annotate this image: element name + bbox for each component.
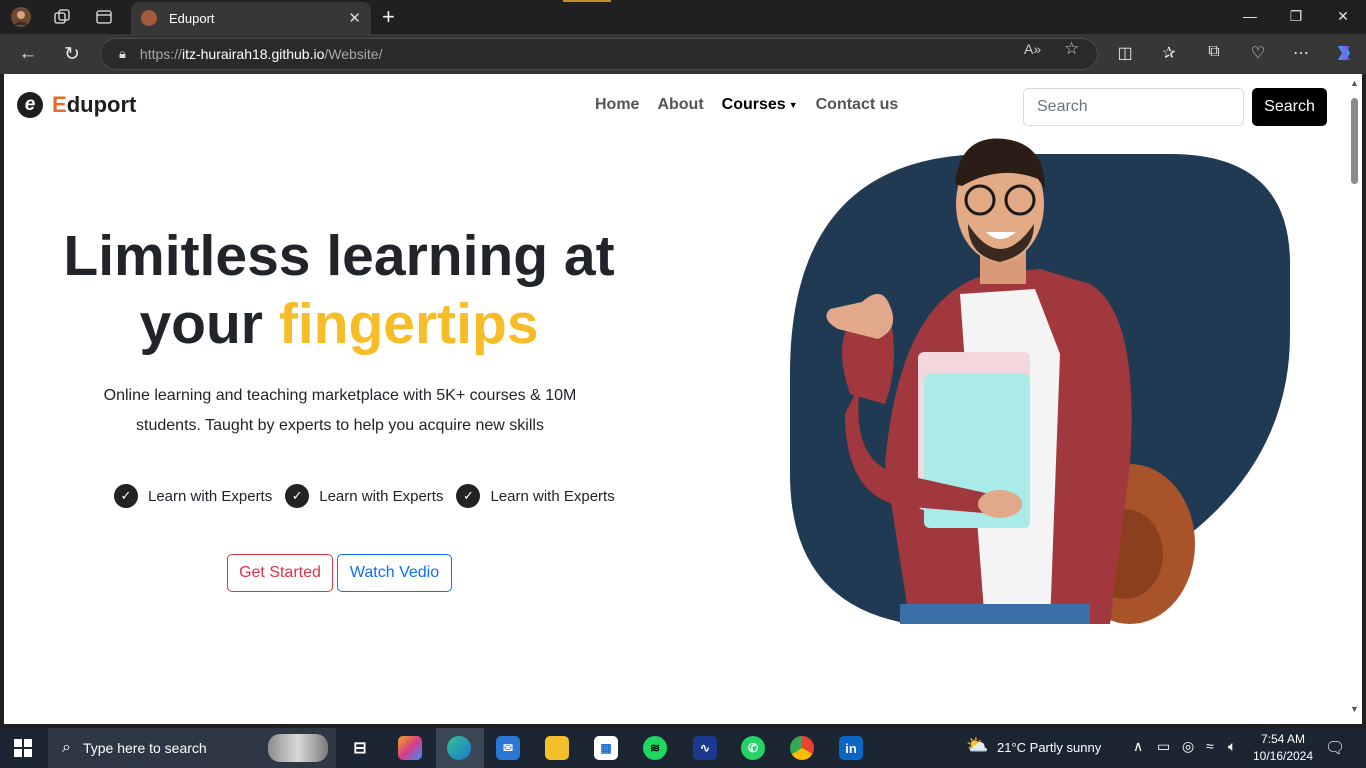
caret-down-icon: ▼: [788, 99, 798, 110]
watch-video-button[interactable]: Watch Vedio: [337, 554, 452, 592]
site-logo[interactable]: e Eduport: [17, 92, 136, 118]
system-clock[interactable]: 7:54 AM 10/16/2024: [1248, 731, 1318, 765]
tab-favicon-icon: [141, 10, 157, 26]
meet-now-icon[interactable]: ◎: [1182, 738, 1194, 755]
task-view-icon[interactable]: ⊟: [348, 736, 372, 760]
headline-line-1: Limitless learning at: [63, 224, 615, 288]
page-scrollbar[interactable]: ▲ ▼: [1348, 74, 1362, 724]
favorites-icon[interactable]: ✰: [1158, 43, 1180, 63]
new-tab-icon[interactable]: +: [382, 6, 395, 28]
scroll-down-icon[interactable]: ▼: [1350, 704, 1359, 714]
copilot-taskbar-icon[interactable]: [398, 736, 422, 760]
favorite-star-icon[interactable]: ☆: [1064, 39, 1079, 59]
windows-taskbar: ⌕ Type here to search ⊟ ✉ ▦ ≋ ∿ ✆ in ⛅ 2…: [0, 728, 1366, 768]
linkedin-icon[interactable]: in: [839, 736, 863, 760]
close-tab-icon[interactable]: ✕: [348, 9, 361, 27]
battery-icon[interactable]: ▭: [1157, 738, 1170, 755]
edge-icon[interactable]: [447, 736, 471, 760]
file-explorer-icon[interactable]: [545, 736, 569, 760]
site-search-input[interactable]: [1023, 88, 1244, 126]
taskbar-search-box[interactable]: ⌕ Type here to search: [48, 728, 336, 768]
whatsapp-icon[interactable]: ✆: [741, 736, 765, 760]
feature-label: Learn with Experts: [490, 487, 615, 505]
app-launcher-icon[interactable]: ∿: [693, 736, 717, 760]
page-viewport: e Eduport Home About Courses ▼ Contact us…: [4, 74, 1348, 724]
feature-item: ✓ Learn with Experts: [285, 484, 443, 508]
scrollbar-thumb[interactable]: [1351, 98, 1358, 184]
volume-icon[interactable]: 🔈︎: [1228, 738, 1236, 755]
get-started-button[interactable]: Get Started: [227, 554, 333, 592]
show-hidden-icons-icon[interactable]: ∧: [1133, 738, 1143, 755]
minimize-icon[interactable]: —: [1240, 8, 1260, 24]
hero-student-image: [790, 138, 1290, 624]
microsoft-store-icon[interactable]: ▦: [594, 736, 618, 760]
search-highlight-image: [268, 734, 328, 762]
scroll-up-icon[interactable]: ▲: [1350, 78, 1359, 88]
feature-item: ✓ Learn with Experts: [114, 484, 272, 508]
weather-icon[interactable]: ⛅: [966, 735, 988, 756]
tab-eduport[interactable]: Eduport ✕: [131, 2, 371, 34]
hero-subtext: Online learning and teaching marketplace…: [103, 387, 577, 434]
close-window-icon[interactable]: ✕: [1333, 8, 1353, 25]
collections-icon[interactable]: ⧉: [1203, 43, 1225, 61]
read-aloud-icon[interactable]: A»: [1024, 41, 1041, 57]
restore-icon[interactable]: ❐: [1286, 8, 1306, 25]
feature-label: Learn with Experts: [319, 487, 444, 505]
refresh-icon[interactable]: ↻: [60, 43, 84, 66]
logo-initial: E: [52, 92, 67, 117]
feature-label: Learn with Experts: [148, 487, 273, 505]
logo-text: duport: [66, 92, 137, 117]
site-navbar: e Eduport Home About Courses ▼ Contact us…: [4, 74, 1348, 138]
more-menu-icon[interactable]: ⋯: [1290, 43, 1312, 63]
taskbar-search-placeholder: Type here to search: [82, 740, 207, 756]
check-circle-icon: ✓: [456, 484, 481, 508]
feature-item: ✓ Learn with Experts: [456, 484, 615, 508]
site-search-button[interactable]: Search: [1252, 88, 1327, 126]
hero-headline: Limitless learning at your fingertips: [34, 222, 644, 358]
url-protocol: https://: [139, 46, 182, 62]
split-screen-icon[interactable]: ◫: [1114, 43, 1136, 63]
nav-courses-label: Courses: [721, 96, 786, 113]
search-icon: ⌕: [62, 739, 71, 756]
feature-list: ✓ Learn with Experts ✓ Learn with Experts …: [114, 484, 615, 508]
tab-accent-line: [563, 0, 611, 2]
browser-tab-strip: Eduport ✕ + — ❐ ✕: [0, 0, 1366, 34]
nav-about[interactable]: About: [657, 96, 703, 114]
mail-icon[interactable]: ✉: [496, 736, 520, 760]
nav-menu: Home About Courses ▼ Contact us: [595, 96, 898, 114]
headline-prefix: your: [139, 292, 263, 356]
workspaces-icon[interactable]: [51, 6, 73, 28]
notifications-icon[interactable]: 🗨︎: [1325, 738, 1345, 758]
check-circle-icon: ✓: [285, 484, 310, 508]
weather-text[interactable]: 21°C Partly sunny: [997, 740, 1101, 755]
windows-start-icon[interactable]: [14, 739, 32, 757]
chrome-icon[interactable]: [790, 736, 814, 760]
copilot-icon[interactable]: [1333, 43, 1355, 68]
headline-highlight: fingertips: [278, 292, 539, 356]
url-path: /Website/: [324, 46, 383, 62]
address-bar[interactable]: 🔒︎ https://itz-hurairah18.github.io/Webs…: [100, 38, 1098, 70]
check-circle-icon: ✓: [114, 484, 138, 508]
tab-title: Eduport: [169, 10, 215, 26]
vertical-tabs-icon[interactable]: [93, 6, 115, 28]
headline-line-2: your fingertips: [34, 290, 644, 358]
nav-contact[interactable]: Contact us: [816, 96, 899, 114]
back-icon[interactable]: ←: [16, 43, 40, 65]
spotify-icon[interactable]: ≋: [643, 736, 667, 760]
clock-date: 10/16/2024: [1252, 749, 1314, 763]
wifi-icon[interactable]: ≈: [1206, 738, 1214, 754]
clock-time: 7:54 AM: [1260, 732, 1306, 746]
nav-courses-dropdown[interactable]: Courses ▼: [722, 96, 798, 114]
url-host: itz-hurairah18.github.io: [181, 46, 325, 62]
profile-avatar-icon[interactable]: [10, 6, 32, 28]
logo-mark-icon: e: [17, 92, 43, 118]
browser-essentials-icon[interactable]: ♡: [1247, 43, 1269, 63]
nav-home[interactable]: Home: [595, 96, 639, 114]
lock-icon[interactable]: 🔒︎: [119, 46, 126, 62]
browser-toolbar: ← ↻ 🔒︎ https://itz-hurairah18.github.io /…: [0, 34, 1366, 74]
